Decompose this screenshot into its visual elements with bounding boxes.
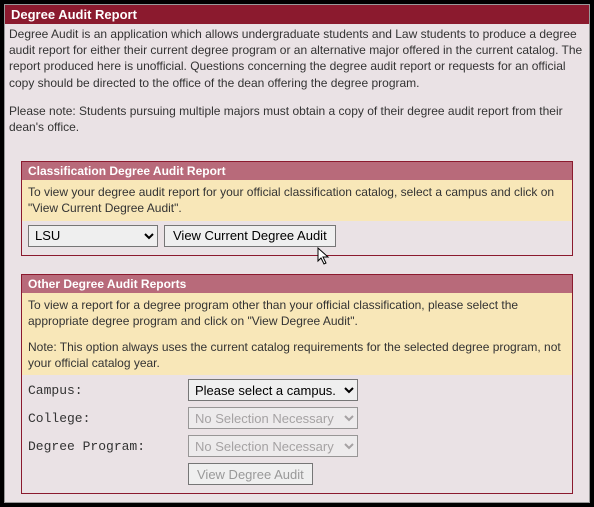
campus-label: Campus: (28, 383, 188, 398)
other-reports-panel-desc: To view a report for a degree program ot… (22, 293, 572, 376)
other-reports-panel-body: Campus: Please select a campus. College:… (22, 375, 572, 493)
intro-text: Degree Audit is an application which all… (5, 24, 589, 155)
classification-panel-title: Classification Degree Audit Report (22, 162, 572, 180)
page-container: Degree Audit Report Degree Audit is an a… (4, 4, 590, 503)
classification-panel: Classification Degree Audit Report To vi… (21, 161, 573, 255)
program-label: Degree Program: (28, 439, 188, 454)
intro-paragraph-2: Please note: Students pursuing multiple … (9, 103, 585, 135)
classification-panel-body: LSU View Current Degree Audit (22, 221, 572, 255)
classification-panel-desc: To view your degree audit report for you… (22, 180, 572, 220)
other-reports-panel-title: Other Degree Audit Reports (22, 275, 572, 293)
page-title: Degree Audit Report (5, 5, 589, 24)
college-label: College: (28, 411, 188, 426)
other-desc-1: To view a report for a degree program ot… (28, 297, 566, 329)
other-college-select[interactable]: No Selection Necessary (188, 407, 358, 429)
intro-paragraph-1: Degree Audit is an application which all… (9, 26, 585, 91)
other-reports-panel: Other Degree Audit Reports To view a rep… (21, 274, 573, 495)
other-desc-2: Note: This option always uses the curren… (28, 339, 566, 371)
view-current-degree-audit-button[interactable]: View Current Degree Audit (164, 225, 336, 247)
other-campus-select[interactable]: Please select a campus. (188, 379, 358, 401)
classification-campus-select[interactable]: LSU (28, 225, 158, 247)
view-degree-audit-button[interactable]: View Degree Audit (188, 463, 313, 485)
other-program-select[interactable]: No Selection Necessary (188, 435, 358, 457)
